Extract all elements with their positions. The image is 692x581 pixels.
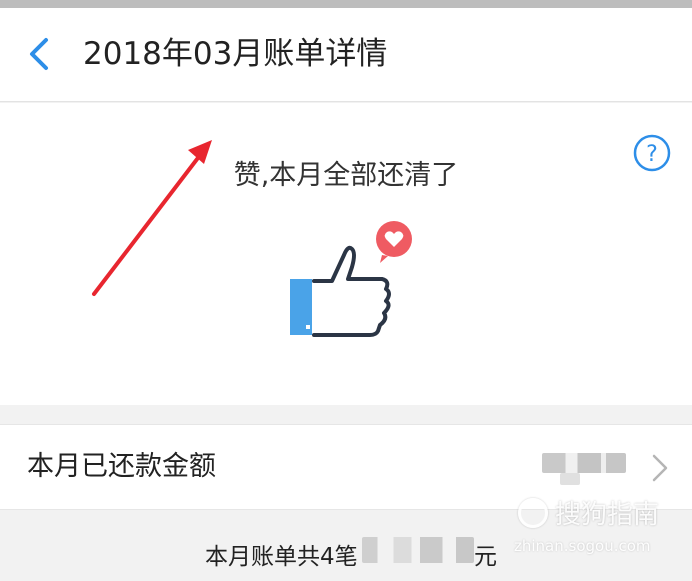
watermark-logo-icon (518, 498, 548, 528)
redacted-total (362, 537, 474, 563)
top-status-strip (0, 0, 692, 8)
currency-unit: 元 (474, 544, 497, 570)
back-button[interactable] (22, 32, 58, 76)
header-bar: 2018年03月账单详情 (0, 8, 692, 102)
redacted-amount-shadow (560, 473, 580, 485)
watermark-brand: 搜狗指南 (555, 500, 660, 530)
bill-summary-text: 本月账单共4笔 (205, 544, 358, 570)
chevron-right-icon (652, 454, 668, 482)
thumbs-up-icon (290, 221, 412, 337)
repaid-amount-label: 本月已还款金额 (27, 451, 216, 482)
annotation-arrow-icon (92, 140, 212, 296)
chevron-left-icon (30, 38, 48, 70)
page-title: 2018年03月账单详情 (83, 36, 388, 72)
redacted-amount (542, 453, 626, 473)
watermark-url: zhinan.sogou.com (514, 537, 651, 555)
